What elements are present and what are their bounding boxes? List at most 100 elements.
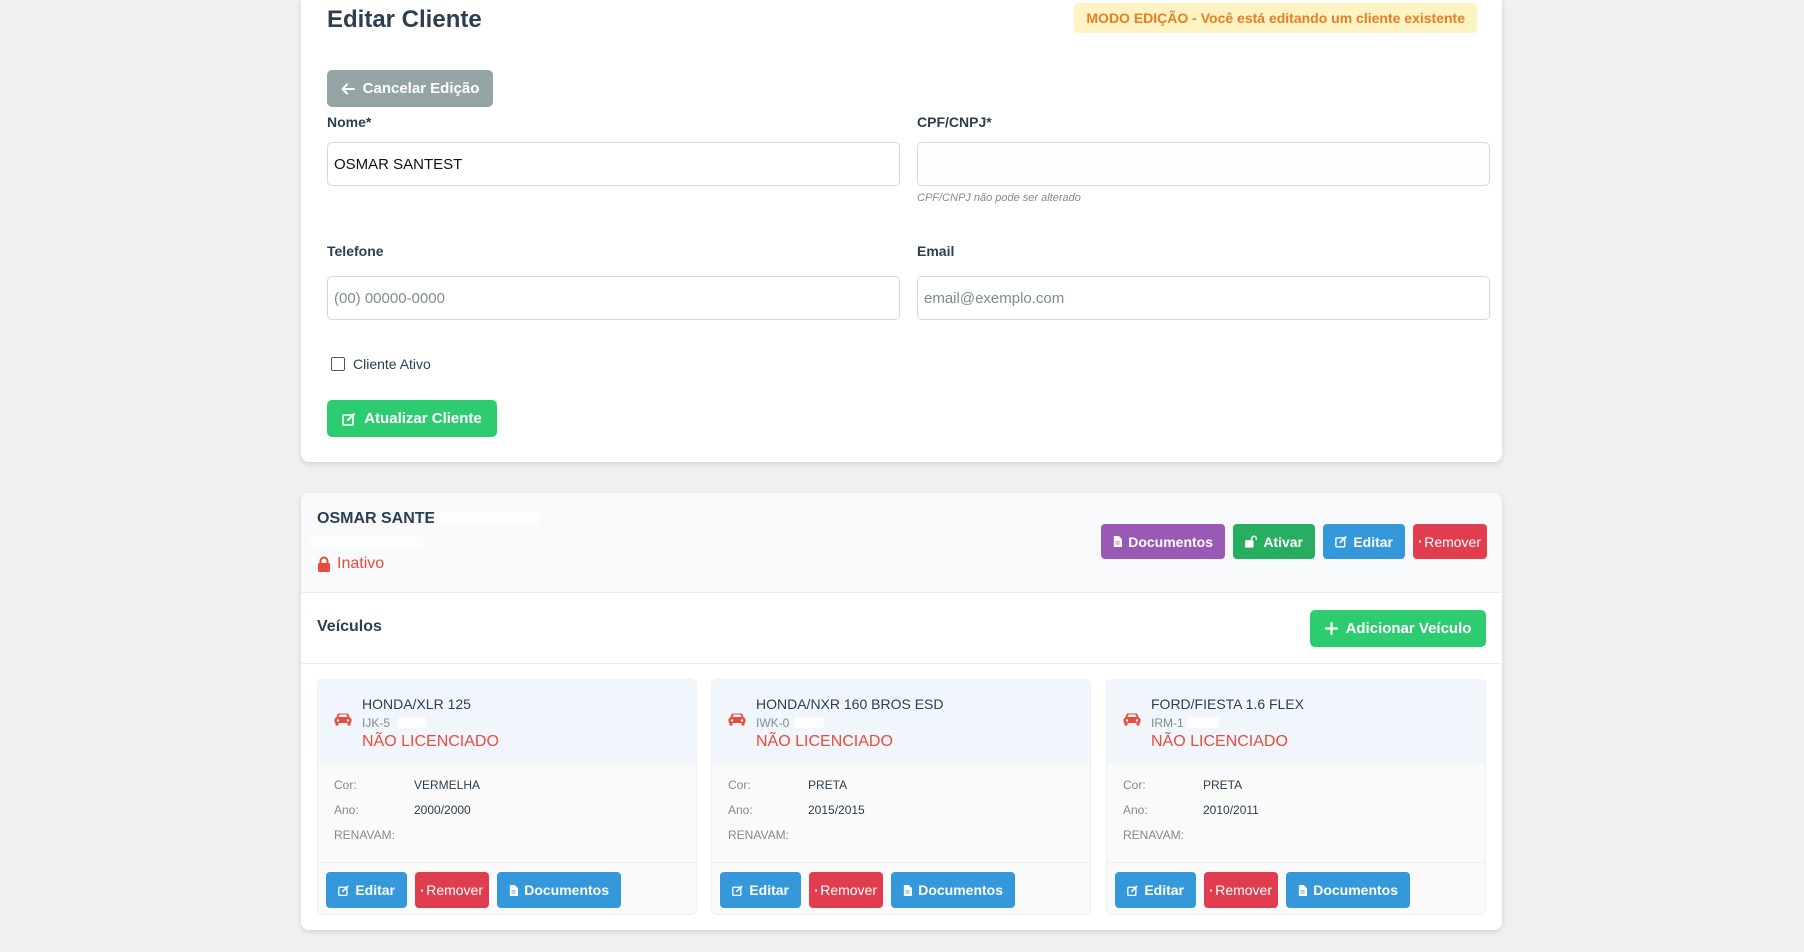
add-vehicle-button[interactable]: Adicionar Veículo xyxy=(1310,610,1486,647)
client-actions: Documentos Ativar Editar Remover xyxy=(1101,524,1487,559)
edit-icon xyxy=(338,885,349,896)
vehicle-documents-label: Documentos xyxy=(524,882,609,898)
vehicle-edit-button[interactable]: Editar xyxy=(1115,872,1196,908)
vehicle-card: FORD/FIESTA 1.6 FLEX IRM-1 NÃO LICENCIAD… xyxy=(1106,679,1486,915)
email-label: Email xyxy=(917,243,955,259)
vehicle-status: NÃO LICENCIADO xyxy=(756,733,893,750)
nome-value: OSMAR SANTEST xyxy=(334,155,463,173)
page-title: Editar Cliente xyxy=(327,6,482,33)
client-status-label: Inativo xyxy=(337,555,385,572)
edit-icon xyxy=(1127,885,1138,896)
redacted-mask xyxy=(311,536,423,548)
vehicle-edit-label: Editar xyxy=(355,882,395,898)
document-icon xyxy=(509,884,519,896)
vehicle-ano-label: Ano: xyxy=(1123,803,1148,817)
trash-icon xyxy=(815,888,818,892)
vehicle-card: HONDA/XLR 125 IJK-5 NÃO LICENCIADO Cor: … xyxy=(317,679,697,915)
client-edit-label: Editar xyxy=(1353,533,1393,550)
telefone-placeholder: (00) 00000-0000 xyxy=(334,289,445,307)
vehicle-documents-button[interactable]: Documentos xyxy=(1286,872,1410,908)
edit-mode-badge: MODO EDIÇÃO - Você está editando um clie… xyxy=(1074,3,1477,33)
vehicle-remove-label: Remover xyxy=(1215,882,1272,898)
client-remove-button[interactable]: Remover xyxy=(1413,524,1487,559)
vehicle-renavam-label: RENAVAM: xyxy=(334,828,395,842)
vehicle-card: HONDA/NXR 160 BROS ESD IWK-0 NÃO LICENCI… xyxy=(711,679,1091,915)
vehicle-edit-label: Editar xyxy=(1144,882,1184,898)
trash-icon xyxy=(421,888,424,892)
vehicle-status: NÃO LICENCIADO xyxy=(1151,733,1288,750)
client-header: OSMAR SANTES Inativo Documentos Ativar E… xyxy=(301,493,1502,593)
vehicle-actions: Editar Remover Documentos xyxy=(318,862,696,914)
client-remove-label: Remover xyxy=(1424,533,1481,550)
cliente-ativo-checkbox[interactable] xyxy=(331,357,345,371)
edit-client-panel: Editar Cliente MODO EDIÇÃO - Você está e… xyxy=(301,0,1502,462)
car-icon xyxy=(728,713,746,726)
vehicle-actions: Editar Remover Documentos xyxy=(1107,862,1485,914)
car-icon xyxy=(334,713,352,726)
cliente-ativo-label[interactable]: Cliente Ativo xyxy=(353,356,431,372)
vehicle-card-header: HONDA/XLR 125 IJK-5 NÃO LICENCIADO xyxy=(318,680,696,764)
vehicle-cor-value: PRETA xyxy=(808,778,848,792)
vehicle-card-header: FORD/FIESTA 1.6 FLEX IRM-1 NÃO LICENCIAD… xyxy=(1107,680,1485,764)
vehicle-ano-value: 2015/2015 xyxy=(808,803,865,817)
nome-label: Nome* xyxy=(327,114,372,130)
vehicle-remove-label: Remover xyxy=(426,882,483,898)
vehicle-edit-label: Editar xyxy=(749,882,789,898)
redacted-mask xyxy=(794,717,824,728)
edit-icon xyxy=(732,885,743,896)
vehicle-documents-button[interactable]: Documentos xyxy=(497,872,621,908)
vehicle-renavam-label: RENAVAM: xyxy=(728,828,789,842)
vehicle-remove-label: Remover xyxy=(820,882,877,898)
vehicle-remove-button[interactable]: Remover xyxy=(1204,872,1278,908)
edit-icon xyxy=(1335,536,1347,548)
vehicle-renavam-label: RENAVAM: xyxy=(1123,828,1184,842)
document-icon xyxy=(1113,536,1123,547)
client-activate-button[interactable]: Ativar xyxy=(1233,524,1315,559)
update-client-button[interactable]: Atualizar Cliente xyxy=(327,400,497,437)
vehicle-remove-button[interactable]: Remover xyxy=(415,872,489,908)
unlock-icon xyxy=(1245,535,1258,548)
trash-icon xyxy=(1210,888,1213,892)
client-activate-label: Ativar xyxy=(1263,533,1303,550)
trash-icon xyxy=(1419,540,1422,543)
client-documents-label: Documentos xyxy=(1128,533,1213,550)
vehicle-cor-label: Cor: xyxy=(728,778,751,792)
email-input[interactable]: email@exemplo.com xyxy=(917,276,1490,320)
vehicle-plate: IRM-1 xyxy=(1151,716,1184,730)
vehicle-ano-label: Ano: xyxy=(334,803,359,817)
vehicle-cor-label: Cor: xyxy=(1123,778,1146,792)
vehicle-documents-button[interactable]: Documentos xyxy=(891,872,1015,908)
cpf-input[interactable] xyxy=(917,142,1490,186)
lock-icon xyxy=(318,556,330,572)
vehicle-edit-button[interactable]: Editar xyxy=(720,872,801,908)
vehicle-edit-button[interactable]: Editar xyxy=(326,872,407,908)
client-edit-button[interactable]: Editar xyxy=(1323,524,1405,559)
vehicles-bar: Veículos Adicionar Veículo xyxy=(301,593,1502,664)
redacted-mask xyxy=(1187,717,1219,728)
client-documents-button[interactable]: Documentos xyxy=(1101,524,1225,559)
nome-input[interactable]: OSMAR SANTEST xyxy=(327,142,900,186)
vehicle-model: HONDA/NXR 160 BROS ESD xyxy=(756,696,944,712)
client-status: Inativo xyxy=(317,555,384,573)
arrow-left-icon xyxy=(341,83,355,94)
vehicle-remove-button[interactable]: Remover xyxy=(809,872,883,908)
vehicle-status: NÃO LICENCIADO xyxy=(362,733,499,750)
vehicle-cor-value: PRETA xyxy=(1203,778,1243,792)
cliente-ativo-row: Cliente Ativo xyxy=(331,356,431,372)
redacted-mask xyxy=(434,512,540,525)
update-client-label: Atualizar Cliente xyxy=(364,410,482,427)
vehicle-card-header: HONDA/NXR 160 BROS ESD IWK-0 NÃO LICENCI… xyxy=(712,680,1090,764)
document-icon xyxy=(1298,884,1308,896)
client-name: OSMAR SANTES xyxy=(317,510,446,527)
telefone-input[interactable]: (00) 00000-0000 xyxy=(327,276,900,320)
car-icon xyxy=(1123,713,1141,726)
vehicle-plate: IJK-5 xyxy=(362,716,391,730)
vehicle-documents-label: Documentos xyxy=(918,882,1003,898)
add-vehicle-label: Adicionar Veículo xyxy=(1345,620,1472,637)
cancel-edit-button[interactable]: Cancelar Edição xyxy=(327,70,493,107)
vehicle-ano-value: 2000/2000 xyxy=(414,803,471,817)
vehicle-ano-label: Ano: xyxy=(728,803,753,817)
plus-icon xyxy=(1324,622,1338,635)
edit-icon xyxy=(342,412,356,426)
cancel-edit-label: Cancelar Edição xyxy=(362,80,480,97)
